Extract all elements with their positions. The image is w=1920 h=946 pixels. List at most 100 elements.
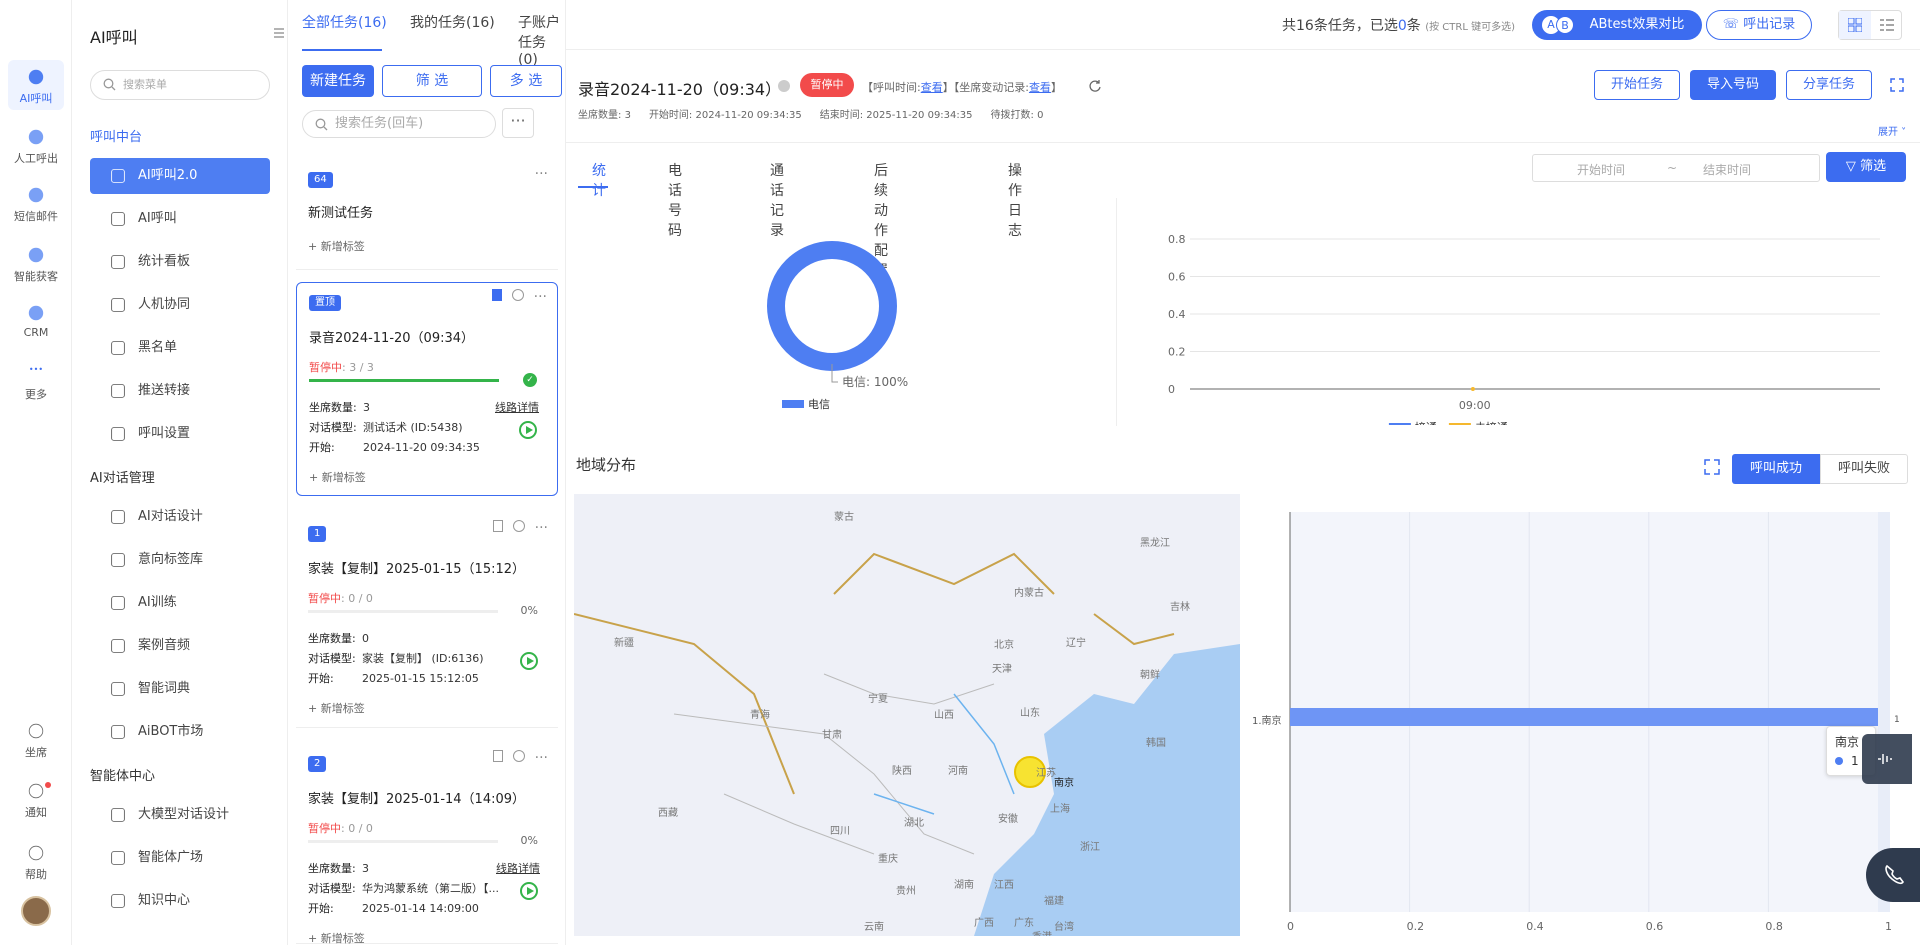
menu-item-1-1[interactable]: 意向标签库 [90, 542, 270, 578]
active-tab-indicator [578, 186, 608, 188]
menu-item-2-1[interactable]: 智能体广场 [90, 840, 270, 876]
bot-market-icon [111, 725, 125, 739]
menu-item-1-3[interactable]: 案例音频 [90, 628, 270, 664]
task-card[interactable]: 1 ··· 家装【复制】2025-01-15（15:12） 暂停中: 0 / 0 0% 坐… [296, 514, 558, 728]
task-tab-1[interactable]: 我的任务(16) [410, 12, 495, 32]
rail-item-3[interactable]: 智能获客 [8, 238, 64, 288]
menu-item-0-0[interactable]: AI呼叫2.0 [90, 158, 270, 194]
add-tag-link[interactable]: + 新增标签 [308, 700, 365, 716]
task-more-button[interactable]: ··· [502, 108, 534, 138]
avatar[interactable] [21, 896, 51, 926]
pin-icon[interactable] [491, 289, 502, 301]
refresh-icon[interactable] [1088, 79, 1102, 93]
menu-item-0-1[interactable]: AI呼叫 [90, 201, 270, 237]
line-detail-link[interactable]: 线路详情 [496, 860, 540, 876]
menu-item-1-5[interactable]: AiBOT市场 [90, 714, 270, 750]
subtab-0[interactable]: 统计 [592, 160, 606, 200]
rail-item-1[interactable]: 人工呼出 [8, 120, 64, 170]
book-icon [111, 682, 125, 696]
menu-item-1-4[interactable]: 智能词典 [90, 671, 270, 707]
menu-item-0-5[interactable]: 推送转接 [90, 373, 270, 409]
filter-button[interactable]: 筛 选 [382, 65, 482, 97]
list-view-icon[interactable] [1871, 11, 1903, 39]
line-detail-link[interactable]: 线路详情 [495, 399, 539, 415]
task-progress-fill [309, 379, 499, 382]
call-fail-button[interactable]: 呼叫失败 [1820, 454, 1908, 484]
menu-item-0-2[interactable]: 统计看板 [90, 244, 270, 280]
float-tool-button[interactable] [1862, 734, 1912, 784]
menu-item-2-2[interactable]: 知识中心 [90, 883, 270, 919]
rail-item-4[interactable]: CRM [8, 296, 64, 346]
task-badge: 2 [308, 756, 327, 772]
menu-item-0-6[interactable]: 呼叫设置 [90, 416, 270, 452]
sync-icon[interactable] [511, 289, 524, 301]
fullscreen-icon[interactable] [1890, 78, 1904, 92]
task-search-input[interactable]: 搜索任务(回车) [302, 110, 496, 138]
call-time-view-link[interactable]: 查看 [921, 81, 943, 94]
sync-icon[interactable] [512, 520, 525, 532]
rail-item-2[interactable]: 短信邮件 [8, 178, 64, 228]
rail-bottom-1[interactable]: 通知 [8, 774, 64, 824]
rail-item-label: 人工呼出 [14, 152, 58, 165]
date-start: 开始时间 [1577, 163, 1626, 177]
pin-icon[interactable] [492, 750, 503, 762]
add-tag-link[interactable]: + 新增标签 [309, 469, 366, 485]
menu-item-1-0[interactable]: AI对话设计 [90, 499, 270, 535]
menu-search-input[interactable]: 搜索菜单 [90, 70, 270, 100]
rail-item-5[interactable]: ••• 更多 [8, 356, 64, 406]
info-icon[interactable] [778, 80, 790, 92]
pin-icon[interactable] [492, 520, 503, 532]
menu-item-2-0[interactable]: 大模型对话设计 [90, 797, 270, 833]
donut-slice-dianxin [767, 241, 897, 371]
import-numbers-button[interactable]: 导入号码 [1690, 70, 1776, 100]
grid-view-icon[interactable] [1839, 11, 1871, 39]
more-icon[interactable]: ··· [535, 520, 548, 536]
more-icon[interactable]: ··· [534, 289, 547, 305]
menu-item-1-2[interactable]: AI训练 [90, 585, 270, 621]
task-tab-2[interactable]: 子账户任务(0) [518, 12, 565, 68]
abtest-button[interactable]: A B ABtest效果对比 [1532, 10, 1702, 40]
new-task-button[interactable]: 新建任务 [302, 65, 374, 97]
menu-item-0-4[interactable]: 黑名单 [90, 330, 270, 366]
task-card[interactable]: 置顶 ··· 录音2024-11-20（09:34） 暂停中: 3 / 3 ✓ 坐席数量:… [296, 282, 558, 496]
meta-item: 坐席数量: 3 [578, 110, 631, 121]
stats-filter-button[interactable]: ▽ 筛选 [1826, 152, 1906, 182]
start-task-button[interactable]: 开始任务 [1594, 70, 1680, 100]
sync-icon[interactable] [512, 750, 525, 762]
more-icon[interactable]: ··· [535, 750, 548, 766]
subtab-1[interactable]: 电话号码 [668, 160, 682, 240]
more-icon[interactable]: ··· [535, 166, 548, 182]
call-success-button[interactable]: 呼叫成功 [1732, 454, 1820, 484]
collapse-menu-icon[interactable] [272, 26, 286, 40]
rail-item-0[interactable]: AI呼叫 [8, 60, 64, 110]
call-record-button[interactable]: ☏ 呼出记录 [1706, 10, 1812, 40]
play-icon[interactable] [519, 421, 537, 439]
task-tab-0[interactable]: 全部任务(16) [302, 12, 387, 32]
expand-link[interactable]: 展开 ˅ [1878, 123, 1906, 138]
share-task-button[interactable]: 分享任务 [1786, 70, 1872, 100]
service-phone-button[interactable] [1866, 848, 1920, 902]
play-icon[interactable] [520, 882, 538, 900]
rail-bottom-0[interactable]: 坐席 [8, 714, 64, 764]
task-card[interactable]: 2 ··· 家装【复制】2025-01-14（14:09） 暂停中: 0 / 0 0% 坐… [296, 744, 558, 946]
seat-change-view-link[interactable]: 查看 [1029, 81, 1051, 94]
region-fullscreen-icon[interactable] [1704, 459, 1720, 475]
subtab-4[interactable]: 操作日志 [1008, 160, 1022, 240]
menu-item-label: 统计看板 [138, 254, 191, 269]
date-range-picker[interactable]: 开始时间 ~ 结束时间 [1532, 154, 1820, 182]
agent-icon [111, 851, 125, 865]
menu-item-0-3[interactable]: 人机协同 [90, 287, 270, 323]
divider [1116, 198, 1117, 426]
add-tag-link[interactable]: + 新增标签 [308, 930, 365, 946]
edit-icon [111, 510, 125, 524]
subtab-2[interactable]: 通话记录 [770, 160, 784, 240]
add-tag-link[interactable]: + 新增标签 [308, 238, 365, 254]
y-tick-label: 0.4 [1168, 308, 1186, 321]
multi-select-button[interactable]: 多 选 [490, 65, 562, 97]
meta-key: 结束时间: [819, 110, 864, 121]
play-icon[interactable] [520, 652, 538, 670]
rail-bottom-2[interactable]: 帮助 [8, 836, 64, 886]
china-map[interactable]: 蒙古 黑龙江 吉林 内蒙古 辽宁 新疆 北京 天津 朝鲜 宁夏 山西 山东 韩国 青海 甘肃 陕西 河南 江苏 西藏… [574, 494, 1240, 936]
task-card[interactable]: 64 ··· 新测试任务 + 新增标签 [296, 160, 558, 270]
chat-icon [111, 596, 125, 610]
